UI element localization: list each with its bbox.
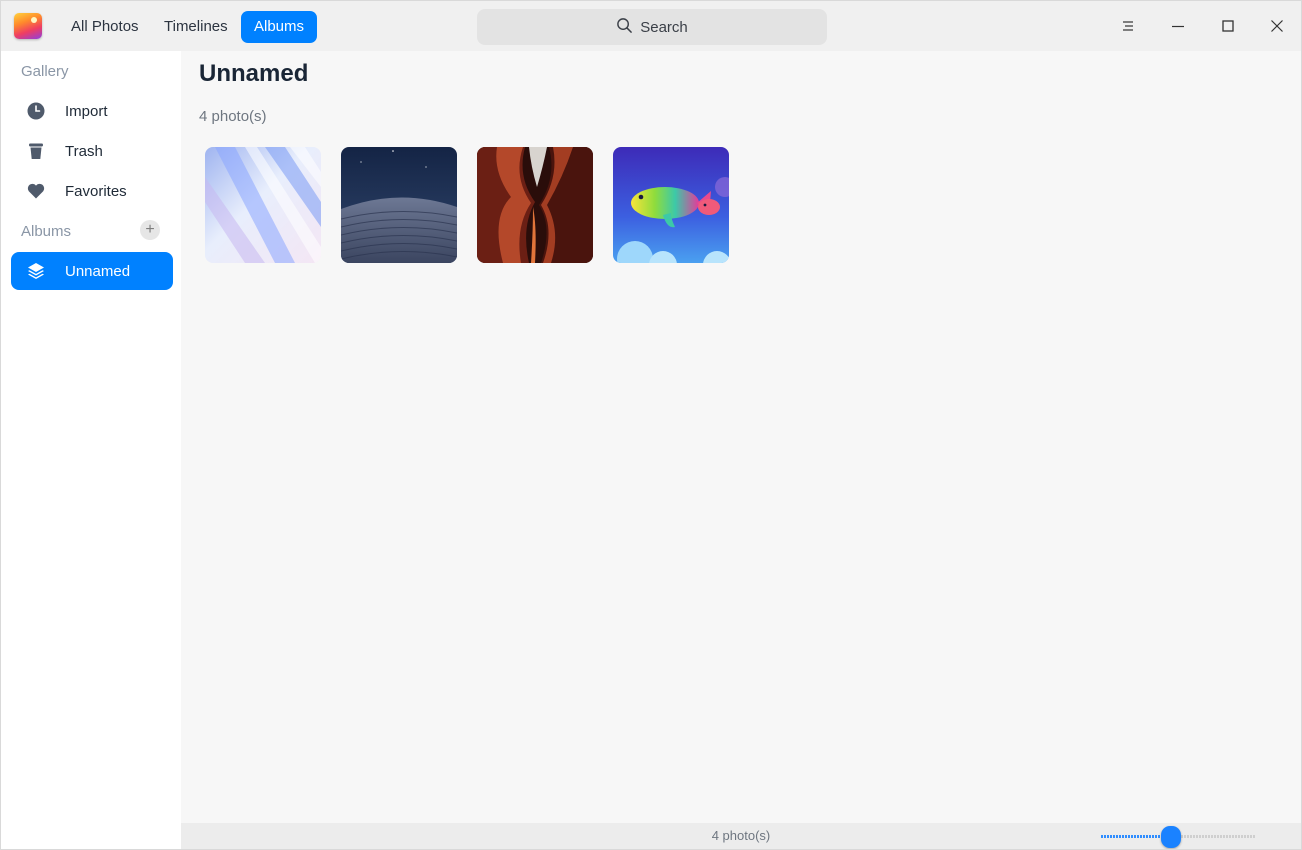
photo-thumbnail[interactable] [341,147,457,263]
search-placeholder: Search [640,18,688,36]
plus-icon: + [145,221,155,238]
search-icon [616,17,633,38]
menu-icon [1123,21,1133,31]
red-canyon-photo [477,147,593,263]
sidebar-item-label: Import [65,102,108,120]
sidebar-item-trash[interactable]: Trash [11,132,173,170]
gallery-heading: Gallery [21,63,69,80]
photo-count: 4 photo(s) [199,108,267,125]
status-bar: 4 photo(s) [181,823,1301,849]
sidebar-item-label: Favorites [65,182,127,200]
sidebar-item-favorites[interactable]: Favorites [11,172,173,210]
search-input[interactable]: Search [477,9,827,45]
heart-icon [26,181,46,201]
close-icon [1271,20,1283,32]
photo-thumbnail[interactable] [205,147,321,263]
app-logo-icon [14,13,42,39]
sidebar-item-label: Unnamed [65,262,131,280]
abstract-light-photo [205,147,321,263]
photo-thumbnail[interactable] [477,147,593,263]
layers-icon [26,261,46,281]
zoom-slider[interactable] [1101,826,1255,848]
app-window: All Photos Timelines Albums Search Galle… [0,0,1302,850]
sidebar: Gallery Import Trash Favorites Albums + [1,51,181,849]
maximize-icon [1222,20,1234,32]
minimize-icon [1172,25,1184,28]
tab-albums[interactable]: Albums [241,11,318,43]
menu-button[interactable] [1115,13,1141,39]
photo-thumbnail[interactable] [613,147,729,263]
close-button[interactable] [1264,13,1290,39]
sidebar-item-import[interactable]: Import [11,92,173,130]
slider-handle[interactable] [1161,826,1181,848]
trash-icon [26,141,46,161]
minimize-button[interactable] [1165,13,1191,39]
sidebar-item-unnamed-album[interactable]: Unnamed [11,252,173,290]
maximize-button[interactable] [1215,13,1241,39]
clock-icon [26,101,46,121]
tab-all-photos[interactable]: All Photos [58,11,152,43]
page-title: Unnamed [199,60,309,87]
albums-heading: Albums [21,223,72,240]
title-bar: All Photos Timelines Albums Search [1,1,1301,51]
desert-night-photo [341,147,457,263]
slider-fill [1101,835,1161,838]
album-content: Unnamed 4 photo(s) [181,51,1301,823]
rainbow-fish-photo [613,147,729,263]
slider-track [1181,835,1255,838]
sidebar-item-label: Trash [65,142,103,160]
add-album-button[interactable]: + [140,220,160,240]
tab-timelines[interactable]: Timelines [151,11,241,43]
